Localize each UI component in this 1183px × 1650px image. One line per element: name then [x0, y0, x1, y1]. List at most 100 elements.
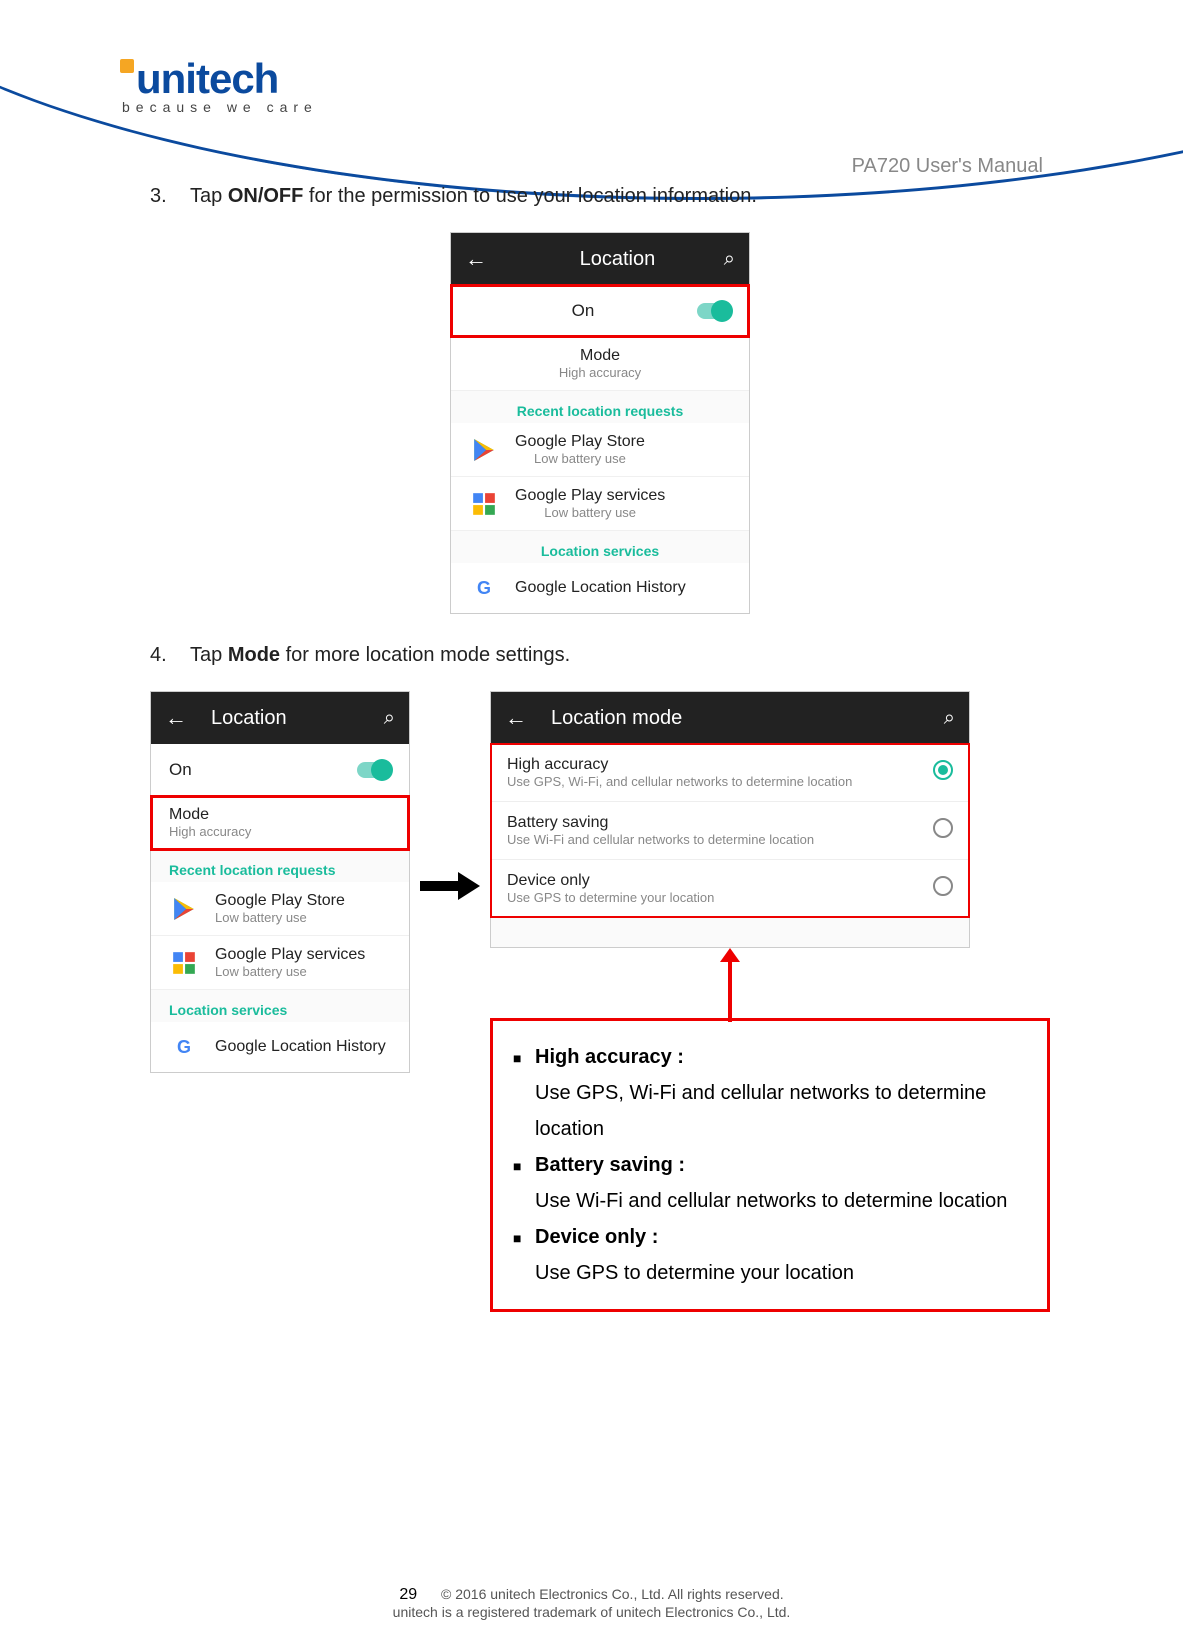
- manual-title: PA720 User's Manual: [852, 155, 1043, 178]
- screenshot-location-toggle: ← Location ⌕ On Mode High accuracy Recen…: [450, 232, 750, 614]
- logo-dot-icon: [120, 59, 134, 73]
- back-icon[interactable]: ←: [465, 246, 487, 272]
- mode-value: High accuracy: [169, 824, 391, 839]
- mode-title: Mode: [169, 806, 391, 824]
- shot3-header: ← Location mode ⌕: [491, 692, 969, 744]
- app-sub: Low battery use: [215, 964, 365, 979]
- step-4-bold: Mode: [228, 644, 280, 666]
- section-recent: Recent location requests: [151, 850, 409, 882]
- location-history-row[interactable]: G Google Location History: [151, 1022, 409, 1072]
- toggle-label: On: [469, 301, 697, 321]
- mode-title: Mode: [469, 347, 731, 365]
- app-name: Google Play Store: [215, 892, 345, 910]
- radio-icon[interactable]: [933, 876, 953, 896]
- history-label: Google Location History: [515, 579, 686, 597]
- copyright-line1: © 2016 unitech Electronics Co., Ltd. All…: [441, 1586, 784, 1602]
- desc-title: Device only :: [535, 1226, 658, 1248]
- page-number: 29: [399, 1586, 417, 1604]
- play-services-icon: [469, 489, 499, 519]
- mode-option-battery-saving[interactable]: Battery saving Use Wi-Fi and cellular ne…: [491, 802, 969, 860]
- app-sub: Low battery use: [215, 910, 345, 925]
- app-play-store[interactable]: Google Play Store Low battery use: [151, 882, 409, 936]
- opt-sub: Use Wi-Fi and cellular networks to deter…: [507, 832, 923, 847]
- app-name: Google Play services: [515, 487, 665, 505]
- toggle-switch-icon[interactable]: [357, 762, 391, 778]
- opt-sub: Use GPS to determine your location: [507, 890, 923, 905]
- mode-option-device-only[interactable]: Device only Use GPS to determine your lo…: [491, 860, 969, 917]
- app-play-services[interactable]: Google Play services Low battery use: [151, 936, 409, 990]
- step-4-pre: Tap: [190, 644, 228, 666]
- desc-body: Use GPS to determine your location: [535, 1262, 854, 1284]
- shot2-title: Location: [211, 707, 384, 730]
- logo-tagline: because we care: [122, 99, 318, 115]
- toggle-switch-icon[interactable]: [697, 303, 731, 319]
- step-3-number: 3.: [150, 185, 190, 208]
- step-3-post: for the permission to use your location …: [303, 185, 757, 207]
- arrow-right-icon: [420, 871, 480, 901]
- section-recent: Recent location requests: [451, 391, 749, 423]
- mode-value: High accuracy: [469, 365, 731, 380]
- back-icon[interactable]: ←: [505, 705, 527, 731]
- app-play-services[interactable]: Google Play services Low battery use: [451, 477, 749, 531]
- logo-text: unitech: [120, 55, 318, 103]
- app-name: Google Play Store: [515, 433, 645, 451]
- opt-name: Device only: [507, 872, 923, 890]
- logo-word: unitech: [136, 55, 278, 103]
- desc-battery-saving: ■ Battery saving : Use Wi-Fi and cellula…: [513, 1147, 1027, 1219]
- search-icon[interactable]: ⌕: [944, 707, 955, 730]
- step-3-bold: ON/OFF: [228, 185, 304, 207]
- content-area: 3. Tap ON/OFF for the permission to use …: [150, 185, 1050, 1312]
- step-4: 4. Tap Mode for more location mode setti…: [150, 644, 1050, 667]
- shot1-header: ← Location ⌕: [451, 233, 749, 285]
- app-sub: Low battery use: [515, 451, 645, 466]
- history-label: Google Location History: [215, 1038, 386, 1056]
- radio-icon[interactable]: [933, 818, 953, 838]
- step-4-number: 4.: [150, 644, 190, 667]
- play-services-icon: [169, 948, 199, 978]
- desc-high-accuracy: ■ High accuracy : Use GPS, Wi-Fi and cel…: [513, 1039, 1027, 1147]
- app-play-store[interactable]: Google Play Store Low battery use: [451, 423, 749, 477]
- mode-descriptions-box: ■ High accuracy : Use GPS, Wi-Fi and cel…: [490, 1018, 1050, 1312]
- bullet-icon: ■: [513, 1039, 535, 1147]
- mode-row[interactable]: Mode High accuracy: [151, 796, 409, 850]
- search-icon[interactable]: ⌕: [384, 707, 395, 730]
- connector: [490, 948, 970, 1022]
- mode-options-group: High accuracy Use GPS, Wi-Fi, and cellul…: [491, 744, 969, 917]
- opt-sub: Use GPS, Wi-Fi, and cellular networks to…: [507, 774, 923, 789]
- connector-line: [728, 962, 732, 1022]
- location-toggle-row[interactable]: On: [451, 285, 749, 337]
- play-store-icon: [469, 435, 499, 465]
- app-name: Google Play services: [215, 946, 365, 964]
- desc-device-only: ■ Device only : Use GPS to determine you…: [513, 1219, 1027, 1291]
- play-store-icon: [169, 894, 199, 924]
- right-column: ← Location mode ⌕ High accuracy Use GPS,…: [490, 691, 1050, 1312]
- location-toggle-row[interactable]: On: [151, 744, 409, 796]
- back-icon[interactable]: ←: [165, 705, 187, 731]
- mode-option-high-accuracy[interactable]: High accuracy Use GPS, Wi-Fi, and cellul…: [491, 744, 969, 802]
- shot1-title: Location: [511, 248, 724, 271]
- bullet-icon: ■: [513, 1147, 535, 1219]
- step-3-pre: Tap: [190, 185, 228, 207]
- location-history-row[interactable]: G Google Location History: [451, 563, 749, 613]
- bullet-icon: ■: [513, 1219, 535, 1291]
- screenshot-location-mode-list: ← Location mode ⌕ High accuracy Use GPS,…: [490, 691, 970, 948]
- screenshot-location-mode-tap: ← Location ⌕ On Mode High accuracy Recen…: [150, 691, 410, 1073]
- section-services: Location services: [451, 531, 749, 563]
- app-sub: Low battery use: [515, 505, 665, 520]
- footer: 29 © 2016 unitech Electronics Co., Ltd. …: [0, 1586, 1183, 1620]
- desc-title: High accuracy :: [535, 1046, 684, 1068]
- desc-body: Use Wi-Fi and cellular networks to deter…: [535, 1190, 1007, 1212]
- shot2-header: ← Location ⌕: [151, 692, 409, 744]
- google-g-icon: G: [169, 1032, 199, 1062]
- desc-title: Battery saving :: [535, 1154, 685, 1176]
- copyright-line2: unitech is a registered trademark of uni…: [393, 1604, 791, 1620]
- mode-row[interactable]: Mode High accuracy: [451, 337, 749, 391]
- shot3-title: Location mode: [551, 707, 944, 730]
- search-icon[interactable]: ⌕: [724, 248, 735, 271]
- opt-name: Battery saving: [507, 814, 923, 832]
- opt-name: High accuracy: [507, 756, 923, 774]
- radio-selected-icon[interactable]: [933, 760, 953, 780]
- google-g-icon: G: [469, 573, 499, 603]
- step-4-text: Tap Mode for more location mode settings…: [190, 644, 1050, 667]
- step-3: 3. Tap ON/OFF for the permission to use …: [150, 185, 1050, 208]
